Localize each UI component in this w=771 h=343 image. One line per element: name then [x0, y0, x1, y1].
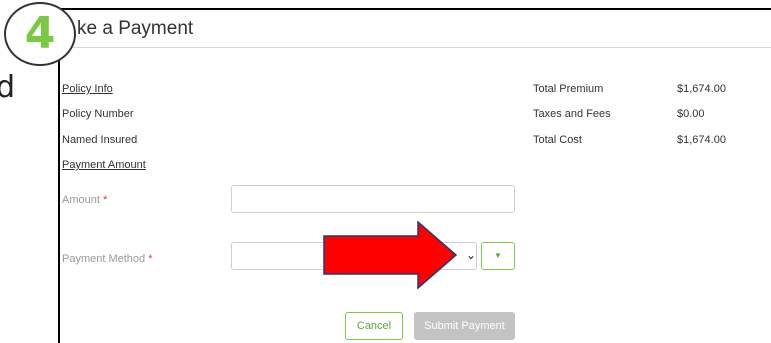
step-number: 4: [24, 8, 56, 59]
amount-label: Amount *: [62, 194, 107, 206]
taxes-fees-value: $0.00: [677, 108, 705, 120]
total-premium-value: $1,674.00: [677, 83, 726, 95]
background-text-fragment: d: [0, 70, 16, 105]
payment-amount-heading: Payment Amount: [62, 159, 146, 171]
arrow-shape: [323, 220, 458, 290]
step-badge: 4: [4, 2, 76, 66]
total-cost-value: $1,674.00: [677, 134, 726, 146]
payment-method-label-text: Payment Method: [62, 253, 146, 265]
make-payment-modal: [58, 8, 771, 343]
total-cost-label: Total Cost: [533, 134, 582, 146]
amount-label-text: Amount: [62, 194, 100, 206]
chevron-down-icon: ⌄: [466, 248, 477, 262]
policy-number-label: Policy Number: [62, 108, 134, 120]
cancel-button[interactable]: Cancel: [345, 312, 403, 340]
total-premium-label: Total Premium: [533, 83, 604, 95]
submit-payment-button[interactable]: Submit Payment: [414, 312, 515, 340]
header-divider: [58, 47, 771, 48]
taxes-fees-label: Taxes and Fees: [533, 108, 611, 120]
payment-method-label: Payment Method *: [62, 253, 153, 265]
red-arrow-icon: [323, 220, 458, 290]
named-insured-label: Named Insured: [62, 134, 138, 146]
policy-info-heading: Policy Info: [62, 83, 113, 95]
required-marker: *: [148, 253, 153, 265]
caret-down-icon: ▼: [494, 251, 502, 260]
required-marker: *: [102, 194, 108, 206]
payment-method-dropdown-button[interactable]: ▼: [481, 242, 515, 270]
modal-title: ke a Payment: [77, 18, 194, 39]
amount-input[interactable]: [231, 185, 515, 213]
